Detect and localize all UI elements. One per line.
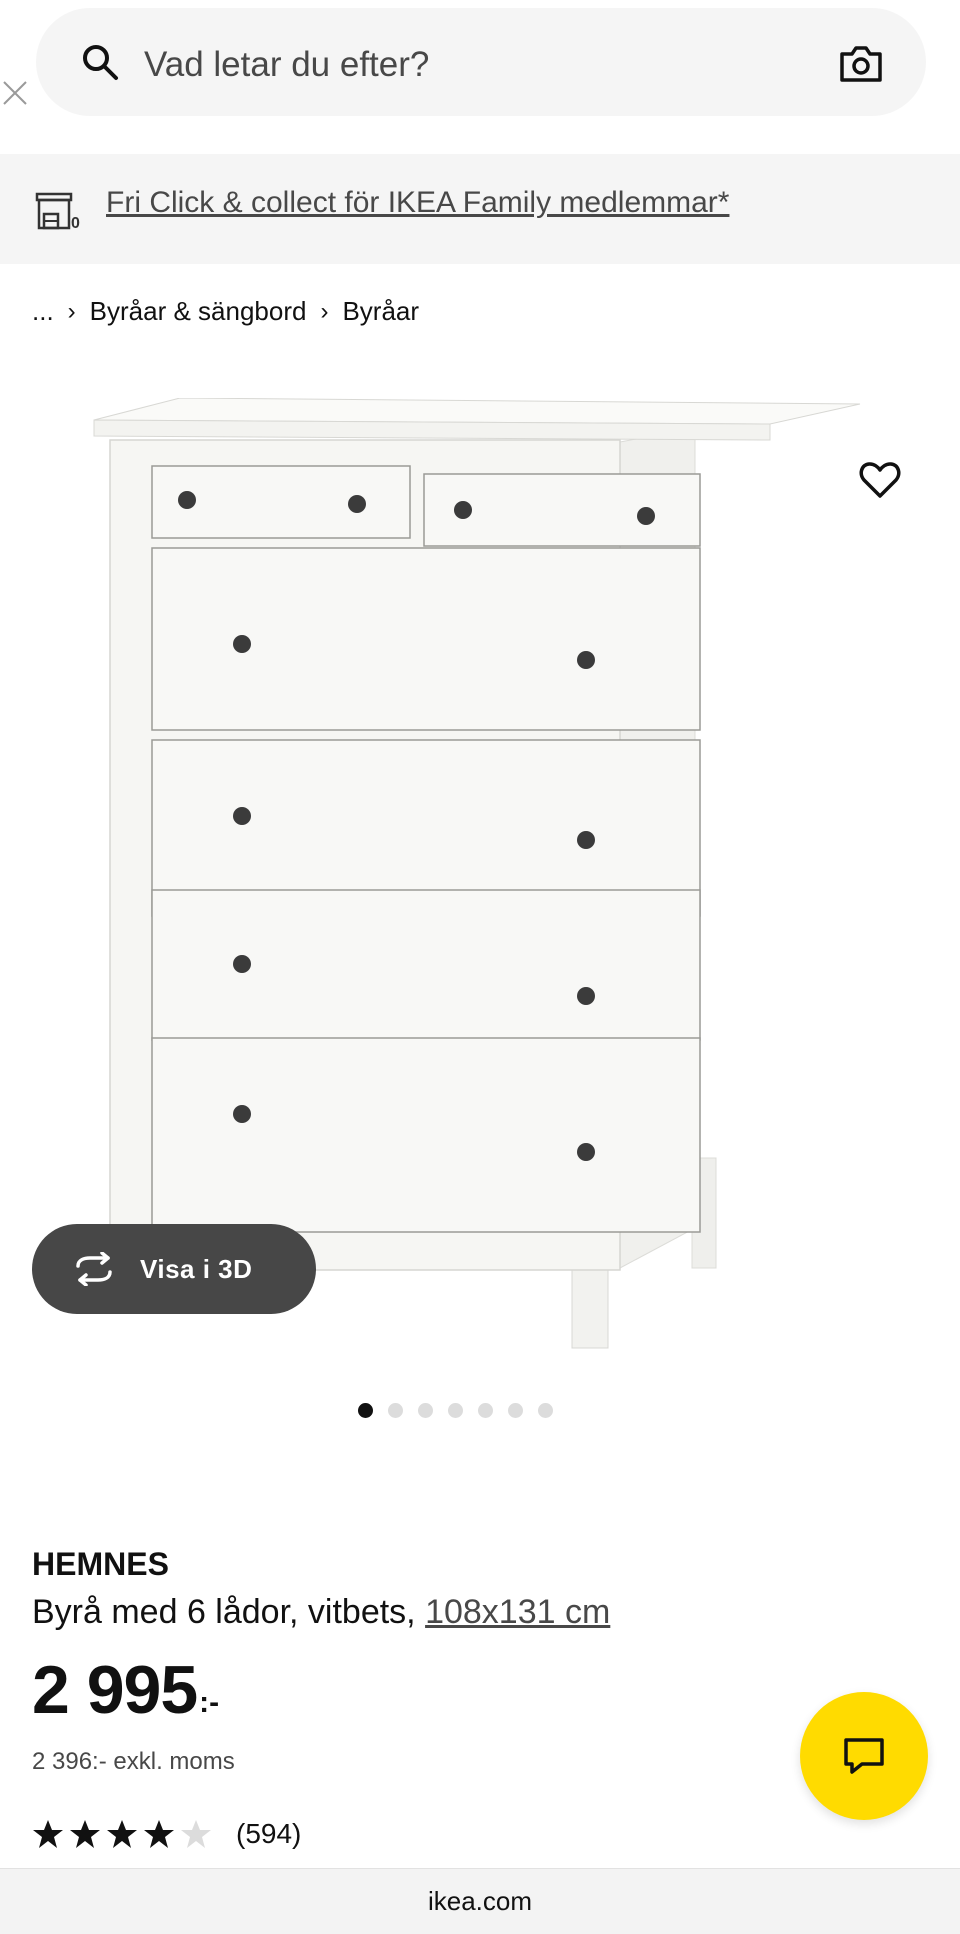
browser-url-bar[interactable]: ikea.com (0, 1868, 960, 1934)
carousel-dot[interactable] (478, 1403, 493, 1418)
favorite-icon[interactable] (858, 458, 902, 502)
star-half-icon (181, 1820, 211, 1848)
star-icon (107, 1820, 137, 1848)
chat-button[interactable] (800, 1692, 928, 1820)
price-suffix: :- (199, 1686, 220, 1719)
carousel-dot[interactable] (358, 1403, 373, 1418)
breadcrumb-chevron-icon: › (67, 297, 76, 325)
rotate-icon (76, 1252, 112, 1286)
search-icon (83, 45, 118, 80)
promo-link[interactable]: Fri Click & collect för IKEA Family medl… (106, 186, 729, 220)
svg-text:0: 0 (71, 215, 80, 232)
store-icon: 0 (35, 192, 80, 232)
price-excl-vat: 2 396:- exkl. moms (32, 1748, 235, 1775)
price: 2 995 :- (32, 1656, 219, 1724)
carousel-dot[interactable] (448, 1403, 463, 1418)
camera-icon[interactable] (838, 42, 884, 86)
breadcrumb-item[interactable]: Byråar (342, 296, 419, 327)
star-icon (33, 1820, 63, 1848)
rating-count[interactable]: (594) (236, 1818, 301, 1850)
product-description: Byrå med 6 lådor, vitbets, 108x131 cm (32, 1593, 610, 1632)
product-image[interactable] (80, 398, 880, 1358)
breadcrumb-chevron-icon: › (320, 297, 329, 325)
search-input[interactable] (142, 36, 806, 94)
carousel-dot[interactable] (538, 1403, 553, 1418)
product-name: HEMNES (32, 1546, 169, 1582)
product-size-link[interactable]: 108x131 cm (425, 1593, 610, 1631)
product-description-text: Byrå med 6 lådor, vitbets, (32, 1593, 426, 1631)
rating-stars (33, 1820, 211, 1848)
carousel-dot[interactable] (388, 1403, 403, 1418)
view-3d-button[interactable]: Visa i 3D (32, 1224, 316, 1314)
breadcrumb: ... › Byråar & sängbord › Byråar (32, 296, 419, 327)
star-icon (70, 1820, 100, 1848)
view-3d-label: Visa i 3D (140, 1253, 253, 1284)
rating[interactable]: (594) (32, 1818, 301, 1850)
breadcrumb-ellipsis[interactable]: ... (32, 296, 54, 327)
close-icon[interactable] (0, 76, 32, 108)
carousel-dot[interactable] (508, 1403, 523, 1418)
browser-url[interactable]: ikea.com (428, 1886, 532, 1917)
price-main: 2 995 (32, 1652, 198, 1728)
star-icon (144, 1820, 174, 1848)
breadcrumb-item[interactable]: Byråar & sängbord (90, 296, 307, 327)
carousel-dot[interactable] (418, 1403, 433, 1418)
carousel-dots (358, 1403, 553, 1418)
chat-icon (844, 1738, 884, 1774)
